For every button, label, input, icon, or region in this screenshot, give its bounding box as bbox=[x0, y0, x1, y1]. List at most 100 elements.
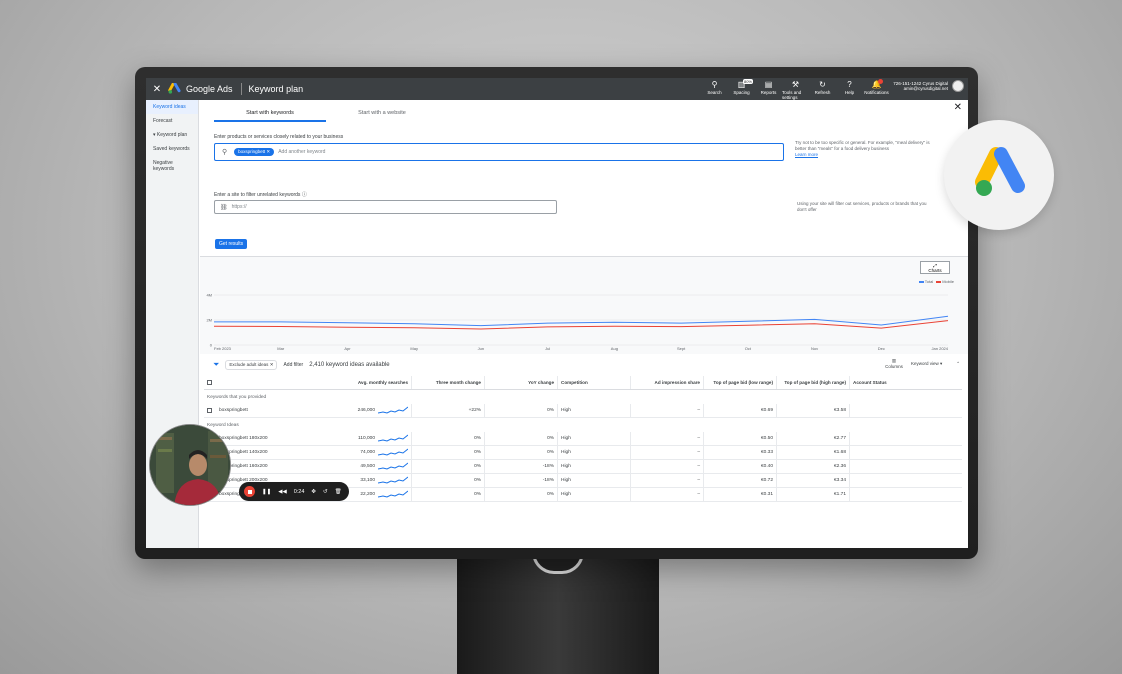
charts-button[interactable]: ⤢ Charts bbox=[920, 261, 950, 274]
cell-yoy-value: -18% bbox=[542, 478, 554, 483]
cell-low-value: €0.40 bbox=[760, 464, 773, 469]
cell-kw-value: boxspringbett bbox=[219, 408, 248, 413]
trash-icon[interactable]: 🗑 bbox=[335, 489, 342, 495]
toolbar-reports-button[interactable]: ▤ Reports bbox=[755, 80, 782, 100]
page-title: Keyword plan bbox=[248, 84, 304, 94]
cell-yoy: 0% bbox=[485, 404, 558, 417]
keyword-chip[interactable]: boxspringbett ✕ bbox=[234, 148, 275, 156]
filter-icon[interactable]: ⏷ bbox=[213, 360, 219, 370]
toolbar-search-button[interactable]: ⚲ Search bbox=[701, 80, 728, 100]
column-header-low[interactable]: Top of page bid (low range) bbox=[704, 376, 777, 389]
cell-comp: High bbox=[558, 446, 631, 459]
get-results-button[interactable]: Get results bbox=[215, 239, 248, 249]
stop-recording-button[interactable] bbox=[244, 486, 255, 497]
close-panel-icon[interactable]: ✕ bbox=[954, 102, 962, 113]
learn-more-link[interactable]: Learn more bbox=[795, 152, 818, 157]
site-input[interactable]: ⛓ https:// bbox=[214, 200, 557, 214]
toolbar-refresh-button[interactable]: ↻ Refresh bbox=[809, 80, 836, 100]
select-all-checkbox[interactable] bbox=[204, 376, 216, 389]
chart-legend: Total Mobile bbox=[918, 279, 954, 284]
cell-ais-value: – bbox=[697, 492, 700, 497]
sidebar-item-saved-keywords[interactable]: Saved keywords bbox=[146, 142, 198, 156]
trend-chart-svg: 4M 2M 0Feb 2023 Mar Apr May Jun Jul Aug Sept Oct No… bbox=[206, 293, 948, 352]
row-checkbox[interactable] bbox=[204, 404, 216, 417]
cell-yoy-value: 0% bbox=[547, 450, 554, 455]
cell-low: €0.40 bbox=[704, 460, 777, 473]
help-icon: ? bbox=[847, 80, 852, 89]
site-hint: Using your site will filter out services… bbox=[797, 201, 927, 212]
link-icon: ⛓ bbox=[220, 204, 228, 211]
tab-start-with-keywords[interactable]: Start with keywords bbox=[214, 106, 326, 122]
add-filter-button[interactable]: Add filter bbox=[283, 362, 303, 368]
column-header-acc[interactable]: Account Status bbox=[850, 376, 910, 389]
sidebar-item-keyword-ideas[interactable]: Keyword ideas bbox=[146, 100, 198, 114]
cell-high: €2.77 bbox=[777, 432, 850, 445]
cell-comp: High bbox=[558, 488, 631, 501]
close-icon[interactable]: ✕ bbox=[146, 84, 168, 95]
toolbar-notifications-button[interactable]: 🔔 Notifications bbox=[863, 79, 890, 100]
keyword-view-select[interactable]: Keyword view ▾ bbox=[911, 361, 942, 367]
column-header-comp[interactable]: Competition bbox=[558, 376, 631, 389]
ideas-count: 2,410 keyword ideas available bbox=[309, 362, 390, 368]
toolbar-spacing-button[interactable]: ▥ Spacing 80% bbox=[728, 79, 755, 100]
collapse-icon[interactable]: ⌃ bbox=[956, 361, 960, 367]
y-tick-label: 2M bbox=[206, 318, 212, 323]
column-header-high[interactable]: Top of page bid (high range) bbox=[777, 376, 850, 389]
cell-ais: – bbox=[631, 474, 704, 487]
sidebar-item-negative-keywords[interactable]: Negative keywords bbox=[146, 156, 198, 176]
columns-button[interactable]: ▥ Columns bbox=[885, 358, 903, 369]
cell-avg: 110,000 bbox=[300, 432, 412, 445]
account-info[interactable]: 726-151-1242 Cyrus Digital amin@cyrusdig… bbox=[893, 80, 964, 92]
move-icon[interactable]: ✥ bbox=[311, 489, 316, 495]
cell-comp: High bbox=[558, 460, 631, 473]
keyword-input[interactable]: ⚲ boxspringbett ✕ Add another keyword bbox=[214, 143, 784, 161]
cell-comp-value: High bbox=[561, 464, 571, 469]
screen: ✕ Google Ads Keyword plan ⚲ Search ▥ Spacin… bbox=[146, 78, 968, 548]
webcam-overlay bbox=[149, 424, 231, 506]
column-header-kw[interactable] bbox=[216, 376, 300, 389]
cell-ais-value: – bbox=[697, 450, 700, 455]
cell-kw: boxspringbett bbox=[216, 404, 300, 417]
cell-avg: 49,500 bbox=[300, 460, 412, 473]
rewind-icon[interactable]: ◀◀ bbox=[278, 489, 286, 495]
main-content: Start with keywords Start with a website… bbox=[200, 100, 968, 548]
restart-icon[interactable]: ↺ bbox=[323, 489, 328, 495]
account-status-cell bbox=[850, 488, 910, 501]
column-header-tmc[interactable]: Three month change bbox=[412, 376, 485, 389]
cell-comp-value: High bbox=[561, 436, 571, 441]
cell-ais: – bbox=[631, 432, 704, 445]
cell-tmc: +22% bbox=[412, 404, 485, 417]
legend-total: Total bbox=[924, 279, 934, 284]
x-tick-label: Jul bbox=[545, 346, 550, 351]
cell-yoy: 0% bbox=[485, 446, 558, 459]
pause-icon[interactable]: ❚❚ bbox=[262, 489, 271, 495]
cell-comp: High bbox=[558, 474, 631, 487]
trend-sparkline bbox=[378, 490, 408, 498]
toolbar-help-button[interactable]: ? Help bbox=[836, 80, 863, 100]
cell-high-value: €2.77 bbox=[833, 436, 846, 441]
cell-tmc: 0% bbox=[412, 446, 485, 459]
tab-start-with-website[interactable]: Start with a website bbox=[326, 106, 438, 122]
cell-low: €0.33 bbox=[704, 446, 777, 459]
sidebar-item-keyword-plan[interactable]: ▾ Keyword plan bbox=[146, 128, 198, 142]
cell-comp-value: High bbox=[561, 450, 571, 455]
exclude-adult-chip[interactable]: Exclude adult ideas ✕ bbox=[225, 360, 278, 370]
cell-yoy-value: 0% bbox=[547, 408, 554, 413]
column-header-ais[interactable]: Ad impression share bbox=[631, 376, 704, 389]
cell-tmc-value: +22% bbox=[468, 408, 481, 413]
cell-avg: 246,000 bbox=[300, 404, 412, 417]
toolbar-tools-and-settings-button[interactable]: ⚒ Tools and settings bbox=[782, 80, 809, 100]
filter-bar: ⏷ Exclude adult ideas ✕ Add filter 2,410… bbox=[200, 356, 968, 374]
notification-dot bbox=[878, 79, 883, 84]
sidebar-item-forecast[interactable]: Forecast bbox=[146, 114, 198, 128]
avatar[interactable] bbox=[952, 80, 964, 92]
account-status-cell bbox=[850, 432, 910, 445]
trend-sparkline bbox=[378, 406, 408, 414]
column-header-yoy[interactable]: YoY change bbox=[485, 376, 558, 389]
cell-avg-value: 33,100 bbox=[360, 478, 375, 483]
column-header-avg[interactable]: Avg. monthly searches bbox=[300, 376, 412, 389]
cell-low-value: €0.72 bbox=[760, 478, 773, 483]
cell-low: €0.50 bbox=[704, 432, 777, 445]
legend-mobile: Mobile bbox=[942, 279, 954, 284]
cell-ais-value: – bbox=[697, 408, 700, 413]
